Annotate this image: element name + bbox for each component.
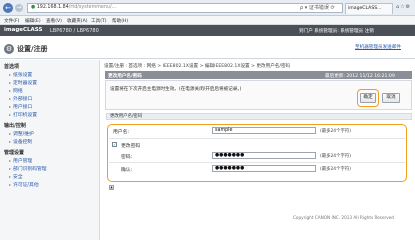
browser-toolbar: ← → ● 192.168.1.84/rtd/systemmenu/... ρ … [0,0,415,16]
back-to-top-icon[interactable]: ▲ [109,185,114,190]
confirm-hint: (最多24个字符) [320,167,351,172]
sidebar-group-management: 管理设置 [4,150,25,156]
back-arrow-icon[interactable]: ← [3,3,13,13]
address-path: /rtd/systemmenu/... [68,5,117,10]
confirm-field[interactable]: ●●●●●●● [212,165,316,172]
divider [109,162,405,163]
panel-title-bar: 更改用户名/密码 最后更新: 2012 11/12 16:21:09 [105,71,412,79]
sidebar-item-license[interactable]: 许可证/其他 [9,181,39,188]
password-hint: (最多24个字符) [320,154,351,159]
section-heading: 更改用户名/密码 [106,113,412,120]
change-password-checkbox[interactable]: ✓ [112,142,117,147]
password-label: 密码: [121,155,133,160]
lock-icon: ● [31,5,36,10]
cancel-button[interactable]: 取消 [382,93,400,103]
sidebar-item-security[interactable]: 安全 [9,173,23,180]
sidebar-item-users[interactable]: 用户管理 [9,157,32,164]
sidebar-item-paper[interactable]: 纸张设置 [9,71,32,78]
mail-admin-link[interactable]: 至机器管理员发送邮件 [355,44,401,50]
password-field[interactable]: ●●●●●●● [212,152,316,159]
app-header: imageCLASS LBP6780 / LBP6780 到门户 系统管理员: … [0,25,415,36]
confirm-label: 确认: [121,168,133,173]
sidebar-group-preferences: 首选项 [4,64,20,70]
sidebar-item-timer[interactable]: 定时器设置 [9,79,37,86]
address-bar[interactable]: ● 192.168.1.84/rtd/systemmenu/... [27,3,343,13]
menu-tools[interactable]: 工具(T) [91,18,107,24]
breadcrumb[interactable]: 设置/注册 : 首选项 : 网络 > IEEE802.1X设置 > 编辑IEEE… [104,63,290,69]
title-row: ⚙ 设置/注册 至机器管理员发送邮件 [0,36,415,59]
username-label: 用户名: [113,130,130,135]
header-user-links[interactable]: 到门户 系统管理员: 系统管理员 注销 [299,28,374,34]
divider [109,138,405,139]
sidebar-item-external[interactable]: 外部接口 [9,95,32,102]
address-tools[interactable]: ρ ▾ 证书错误 ⟳ [300,4,335,11]
menu-bar: 文件(F) 编辑(E) 查看(V) 收藏夹(A) 工具(T) 帮助(H) [0,16,415,25]
sidebar-item-printer[interactable]: 打印机设置 [9,111,37,118]
menu-view[interactable]: 查看(V) [46,18,62,24]
ok-button[interactable]: 确定 [360,93,376,103]
panel-title: 更改用户名/密码 [108,73,142,79]
change-password-label: 更改密码 [121,144,141,149]
page-title: 设置/注册 [17,45,48,53]
brand-logo: imageCLASS [4,27,43,33]
browser-icons[interactable]: ⌂☆⚙ [396,4,411,10]
settings-icon: ⚙ [4,44,14,54]
sidebar-group-output: 输出/控制 [4,123,26,129]
username-field[interactable]: sample [212,127,316,134]
menu-favorites[interactable]: 收藏夹(A) [67,18,88,24]
note-box: 设置将在下次开启主电源时生效。(在电源关闭/开启后将被记录。) 确定 取消 [105,80,412,110]
menu-file[interactable]: 文件(F) [4,18,19,24]
sidebar-item-maintenance[interactable]: 调整/维护 [9,130,34,137]
note-text: 设置将在下次开启主电源时生效。(在电源关闭/开启后将被记录。) [110,87,242,92]
menu-edit[interactable]: 编辑(E) [25,18,41,24]
forward-arrow-icon[interactable]: → [15,4,23,12]
username-hint: (最多24个字符) [320,129,351,134]
browser-tab[interactable]: imageCLASS... [345,3,393,14]
gear-icon[interactable]: ⚙ [406,4,411,10]
sidebar-item-device-control[interactable]: 设备控制 [9,138,32,145]
sidebar-item-dept-id[interactable]: 部门识别码管理 [9,165,47,172]
sidebar: 首选项 纸张设置 定时器设置 网络 外部接口 用户接口 打印机设置 输出/控制 … [0,60,100,240]
copyright: Copyright CANON INC. 2013 All Rights Res… [293,215,394,220]
address-host: 192.168.1.84 [36,5,69,10]
device-model: LBP6780 / LBP6780 [50,27,99,34]
last-updated: 最后更新: 2012 11/12 16:21:09 [325,73,395,79]
sidebar-item-ui[interactable]: 用户接口 [9,103,32,110]
menu-help[interactable]: 帮助(H) [112,18,128,24]
sidebar-item-network[interactable]: 网络 [9,87,23,94]
